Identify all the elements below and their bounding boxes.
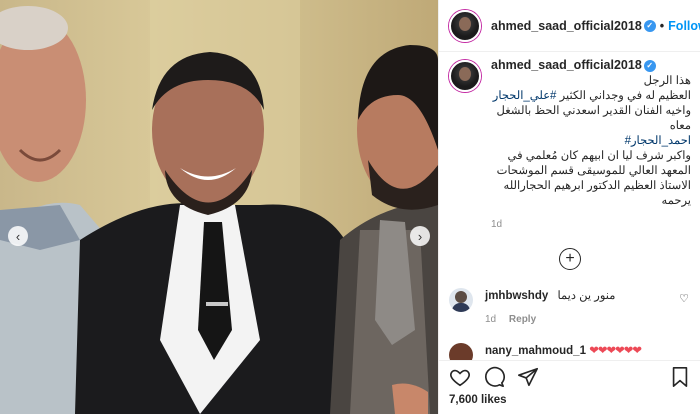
heart-icon [450, 369, 470, 386]
author-username-text[interactable]: ahmed_saad_official2018 [491, 19, 642, 33]
hashtag-link[interactable]: احمد_الحجار# [491, 134, 691, 149]
chevron-left-icon: ‹ [15, 228, 21, 244]
caption-line: هذا الرجل [643, 75, 691, 87]
author-avatar[interactable] [449, 9, 481, 42]
author-username[interactable]: ahmed_saad_official2018✓•Follow [491, 19, 700, 33]
comments-list[interactable]: ahmed_saad_official2018 ✓ هذا الرجل العظي… [439, 58, 700, 360]
comment-line: nany_mahmoud_1 ❤❤❤❤❤❤ [485, 343, 675, 357]
caption-author-username-text[interactable]: ahmed_saad_official2018 [491, 58, 642, 72]
caption-line: الاستاذ العظيم الدكتور ابرهيم الحجارالله [503, 180, 691, 192]
hashtag-link[interactable]: #علي_الحجار [493, 90, 557, 102]
comment-button[interactable] [483, 366, 505, 388]
comment-item: nany_mahmoud_1 ❤❤❤❤❤❤ [449, 343, 691, 360]
caption-line: المعهد العالي للموسيقى قسم الموشحات [496, 165, 691, 177]
carousel-next-button[interactable]: › [410, 226, 430, 246]
follow-button[interactable]: Follow [668, 19, 700, 33]
verified-badge-icon: ✓ [643, 59, 656, 72]
plus-circle-icon[interactable]: + [559, 248, 581, 270]
post-photo[interactable]: ‹ › [0, 0, 438, 414]
verified-badge-icon: ✓ [643, 20, 656, 33]
comment-body: nany_mahmoud_1 ❤❤❤❤❤❤ [485, 343, 675, 357]
photo-illustration [0, 0, 438, 414]
commenter-username[interactable]: jmhbwshdy [485, 290, 548, 302]
commenter-username[interactable]: nany_mahmoud_1 [485, 345, 586, 357]
caption-timestamp[interactable]: 1d [491, 219, 691, 230]
post-side-panel: ahmed_saad_official2018✓•Follow ahmed_sa… [438, 0, 700, 414]
caption-text: هذا الرجل العظيم له في وجداني الكثير #عل… [491, 74, 691, 209]
comment-like-heart-icon[interactable]: ♡ [679, 292, 689, 305]
bookmark-icon [672, 366, 688, 387]
likes-count[interactable]: 7,600 likes [449, 394, 507, 406]
caption-line: معاه [669, 120, 691, 132]
post-header: ahmed_saad_official2018✓•Follow [439, 0, 700, 52]
commenter-avatar[interactable] [449, 288, 473, 312]
caption-author-avatar[interactable] [449, 60, 481, 92]
caption-body: ahmed_saad_official2018 ✓ هذا الرجل العظي… [491, 58, 691, 230]
caption-line: واخيه الفنان القدير اسعدني الحظ بالشغل [496, 105, 691, 117]
caption-line-text: العظيم له في وجداني الكثير [556, 90, 691, 102]
like-button[interactable] [449, 366, 471, 388]
comment-text: منور ين ديما [557, 290, 616, 302]
post-actions-bar [439, 360, 700, 392]
caption-line: يرحمه [661, 195, 691, 207]
post-caption: ahmed_saad_official2018 ✓ هذا الرجل العظي… [449, 58, 691, 230]
chevron-right-icon: › [417, 228, 423, 244]
comment-line: jmhbwshdy منور ين ديما [485, 288, 675, 302]
reply-button[interactable]: Reply [509, 314, 536, 325]
save-button[interactable] [669, 366, 691, 388]
comment-text: ❤❤❤❤❤❤ [589, 345, 642, 357]
share-icon [518, 367, 538, 386]
caption-line: واكبر شرف ليا ان ابيهم كان مُعلمي في [507, 150, 691, 162]
comment-body: jmhbwshdy منور ين ديما 1d Reply [485, 288, 675, 325]
commenter-avatar[interactable] [449, 343, 473, 360]
share-button[interactable] [517, 366, 539, 388]
header-separator: • [659, 18, 665, 33]
comment-item: jmhbwshdy منور ين ديما 1d Reply ♡ [449, 288, 691, 325]
carousel-prev-button[interactable]: ‹ [8, 226, 28, 246]
comment-meta: 1d Reply [485, 314, 675, 325]
comment-icon [485, 366, 505, 387]
load-more-comments[interactable]: + [449, 248, 691, 270]
caption-line: العظيم له في وجداني الكثير #علي_الحجار [491, 89, 691, 104]
caption-author-username[interactable]: ahmed_saad_official2018 ✓ [491, 58, 691, 72]
comment-timestamp[interactable]: 1d [485, 314, 496, 325]
